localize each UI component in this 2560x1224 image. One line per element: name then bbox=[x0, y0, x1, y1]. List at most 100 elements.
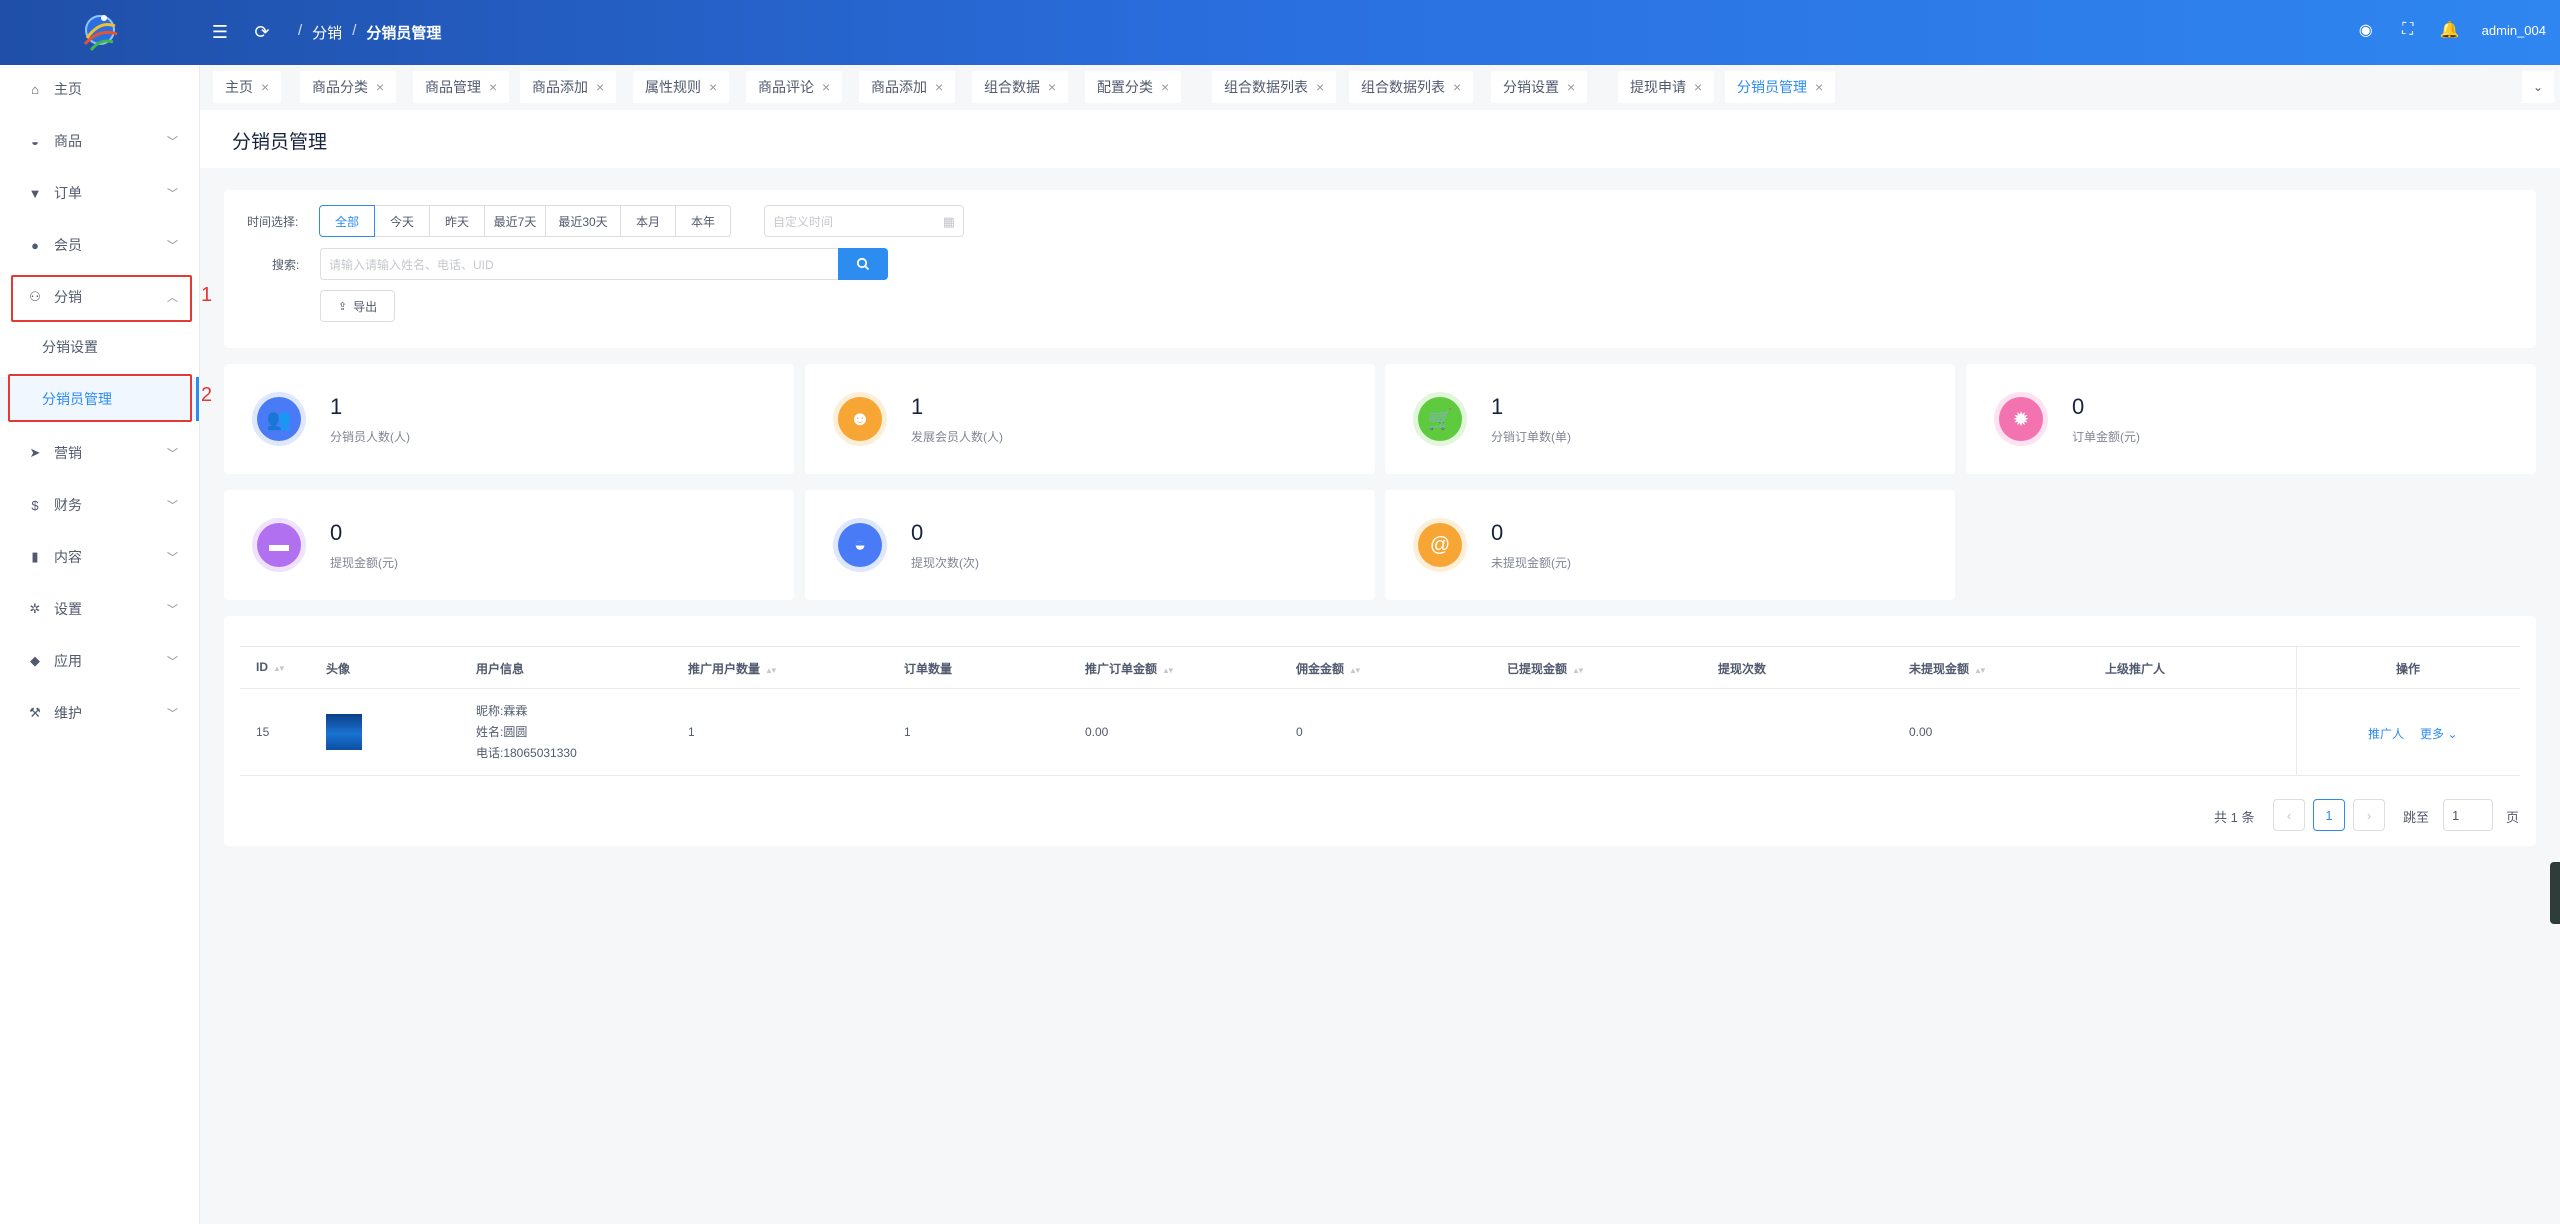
column-header-label: 提现次数 bbox=[1718, 662, 1767, 676]
breadcrumb-item-current: 分销员管理 bbox=[366, 25, 442, 42]
search-button[interactable] bbox=[838, 248, 888, 280]
close-icon[interactable]: × bbox=[489, 79, 497, 95]
column-header-2: 用户信息 bbox=[476, 660, 524, 677]
export-button[interactable]: ⇪ 导出 bbox=[320, 290, 395, 322]
tab-9[interactable]: 组合数据列表 × bbox=[1212, 71, 1337, 103]
basket-icon: ◒ bbox=[838, 523, 882, 567]
tab-5[interactable]: 商品评论 × bbox=[746, 71, 843, 103]
tab-13[interactable]: 分销员管理 × bbox=[1725, 71, 1836, 103]
sidebar-subitem-0[interactable]: 分销设置 bbox=[0, 325, 200, 369]
pagination-jump-input[interactable]: 1 bbox=[2443, 799, 2493, 831]
home-icon: ⌂ bbox=[31, 81, 39, 97]
tab-6[interactable]: 商品添加 × bbox=[859, 71, 956, 103]
sort-icon[interactable]: ▲▼ bbox=[1162, 666, 1175, 675]
record-icon[interactable]: ◉ bbox=[2356, 20, 2376, 40]
sidebar-item-7[interactable]: ▮ 内容 ﹀ bbox=[0, 535, 200, 579]
sort-icon[interactable]: ▲▼ bbox=[273, 664, 286, 673]
tab-3[interactable]: 商品添加 × bbox=[520, 71, 617, 103]
sidebar-item-label: 财务 bbox=[54, 497, 82, 513]
tab-8[interactable]: 配置分类 × bbox=[1085, 71, 1182, 103]
tab-4[interactable]: 属性规则 × bbox=[633, 71, 730, 103]
pagination-next-button[interactable]: › bbox=[2353, 799, 2385, 831]
time-select-label: 时间选择: bbox=[247, 215, 299, 229]
sidebar-item-6[interactable]: $ 财务 ﹀ bbox=[0, 483, 200, 527]
tabs-dropdown-button[interactable]: ⌄ bbox=[2522, 71, 2554, 103]
time-option-0[interactable]: 全部 bbox=[319, 205, 375, 237]
tab-label: 属性规则 bbox=[645, 79, 701, 95]
close-icon[interactable]: × bbox=[376, 79, 384, 95]
date-range-input[interactable]: 自定义时间 ▦ bbox=[764, 205, 964, 237]
column-header-7[interactable]: 已提现金额 ▲▼ bbox=[1507, 660, 1585, 677]
tab-10[interactable]: 组合数据列表 × bbox=[1349, 71, 1474, 103]
pagination-prev-button[interactable]: ‹ bbox=[2273, 799, 2305, 831]
column-header-11: 操作 bbox=[2396, 660, 2420, 677]
user-name[interactable]: admin_004 bbox=[2482, 23, 2546, 38]
sidebar-item-3[interactable]: ● 会员 ﹀ bbox=[0, 223, 200, 267]
time-option-1[interactable]: 今天 bbox=[374, 205, 430, 237]
column-header-10: 上级推广人 bbox=[2105, 660, 2165, 677]
logo-icon bbox=[83, 14, 118, 51]
close-icon[interactable]: × bbox=[1694, 79, 1702, 95]
close-icon[interactable]: × bbox=[1453, 79, 1461, 95]
time-option-2[interactable]: 昨天 bbox=[429, 205, 485, 237]
column-header-6[interactable]: 佣金金额 ▲▼ bbox=[1296, 660, 1362, 677]
breadcrumb-item-distribution[interactable]: 分销 bbox=[312, 22, 342, 43]
sidebar-item-4[interactable]: ⚇ 分销 ︿ bbox=[0, 275, 200, 319]
column-header-3[interactable]: 推广用户数量 ▲▼ bbox=[688, 660, 778, 677]
sidebar-subitem-1[interactable]: 分销员管理 bbox=[0, 377, 200, 421]
sort-icon[interactable]: ▲▼ bbox=[765, 666, 778, 675]
column-header-5[interactable]: 推广订单金额 ▲▼ bbox=[1085, 660, 1175, 677]
time-option-3[interactable]: 最近7天 bbox=[484, 205, 546, 237]
tab-0[interactable]: 主页 × bbox=[213, 71, 282, 103]
search-input[interactable]: 请输入请输入姓名、电话、UID bbox=[320, 248, 838, 280]
sidebar-item-9[interactable]: ◆ 应用 ﹀ bbox=[0, 639, 200, 683]
close-icon[interactable]: × bbox=[1161, 79, 1169, 95]
sidebar-item-2[interactable]: ▼ 订单 ﹀ bbox=[0, 171, 200, 215]
hammer-icon: ⚒ bbox=[29, 705, 41, 720]
side-scroll-handle[interactable] bbox=[2550, 862, 2560, 924]
stat-value: 1 bbox=[911, 394, 924, 419]
bell-icon[interactable]: 🔔 bbox=[2440, 20, 2460, 40]
close-icon[interactable]: × bbox=[935, 79, 943, 95]
sort-icon[interactable]: ▲▼ bbox=[1572, 666, 1585, 675]
stat-icon-ring: 👥 bbox=[252, 392, 306, 446]
close-icon[interactable]: × bbox=[1048, 79, 1056, 95]
refresh-icon[interactable]: ⟳ bbox=[250, 20, 274, 44]
tab-1[interactable]: 商品分类 × bbox=[300, 71, 397, 103]
close-icon[interactable]: × bbox=[261, 79, 269, 95]
tab-11[interactable]: 分销设置 × bbox=[1491, 71, 1588, 103]
pagination-page-1[interactable]: 1 bbox=[2313, 799, 2345, 831]
user-icon: ● bbox=[31, 237, 39, 253]
close-icon[interactable]: × bbox=[1815, 79, 1823, 95]
time-option-4[interactable]: 最近30天 bbox=[545, 205, 621, 237]
promoter-link[interactable]: 推广人 bbox=[2368, 725, 2404, 742]
time-option-6[interactable]: 本年 bbox=[675, 205, 731, 237]
sidebar-item-8[interactable]: ✲ 设置 ﹀ bbox=[0, 587, 200, 631]
close-icon[interactable]: × bbox=[822, 79, 830, 95]
avatar[interactable] bbox=[326, 714, 362, 750]
sort-icon[interactable]: ▲▼ bbox=[1349, 666, 1362, 675]
cart-icon: ▼ bbox=[28, 185, 42, 201]
close-icon[interactable]: × bbox=[596, 79, 604, 95]
close-icon[interactable]: × bbox=[1316, 79, 1324, 95]
stat-card-5: ◒ 0 提现次数(次) bbox=[805, 490, 1375, 600]
tab-2[interactable]: 商品管理 × bbox=[413, 71, 510, 103]
sidebar-item-5[interactable]: ➤ 营销 ﹀ bbox=[0, 431, 200, 475]
time-option-5[interactable]: 本月 bbox=[620, 205, 676, 237]
more-dropdown[interactable]: 更多 ⌄ bbox=[2420, 725, 2457, 742]
logo[interactable] bbox=[0, 0, 200, 65]
sidebar-item-10[interactable]: ⚒ 维护 ﹀ bbox=[0, 691, 200, 735]
sort-icon[interactable]: ▲▼ bbox=[1974, 666, 1987, 675]
stat-label: 提现次数(次) bbox=[911, 556, 979, 570]
tab-7[interactable]: 组合数据 × bbox=[972, 71, 1069, 103]
sidebar-item-1[interactable]: ◒ 商品 ﹀ bbox=[0, 119, 200, 163]
column-header-0[interactable]: ID ▲▼ bbox=[256, 660, 286, 674]
close-icon[interactable]: × bbox=[709, 79, 717, 95]
tab-12[interactable]: 提现申请 × bbox=[1618, 71, 1715, 103]
menu-fold-icon[interactable]: ☰ bbox=[208, 20, 232, 44]
fullscreen-icon[interactable]: ⛶ bbox=[2398, 20, 2418, 40]
column-header-9[interactable]: 未提现金额 ▲▼ bbox=[1909, 660, 1987, 677]
column-header-label: 未提现金额 bbox=[1909, 662, 1970, 676]
close-icon[interactable]: × bbox=[1567, 79, 1575, 95]
sidebar-item-0[interactable]: ⌂ 主页 bbox=[0, 67, 200, 111]
